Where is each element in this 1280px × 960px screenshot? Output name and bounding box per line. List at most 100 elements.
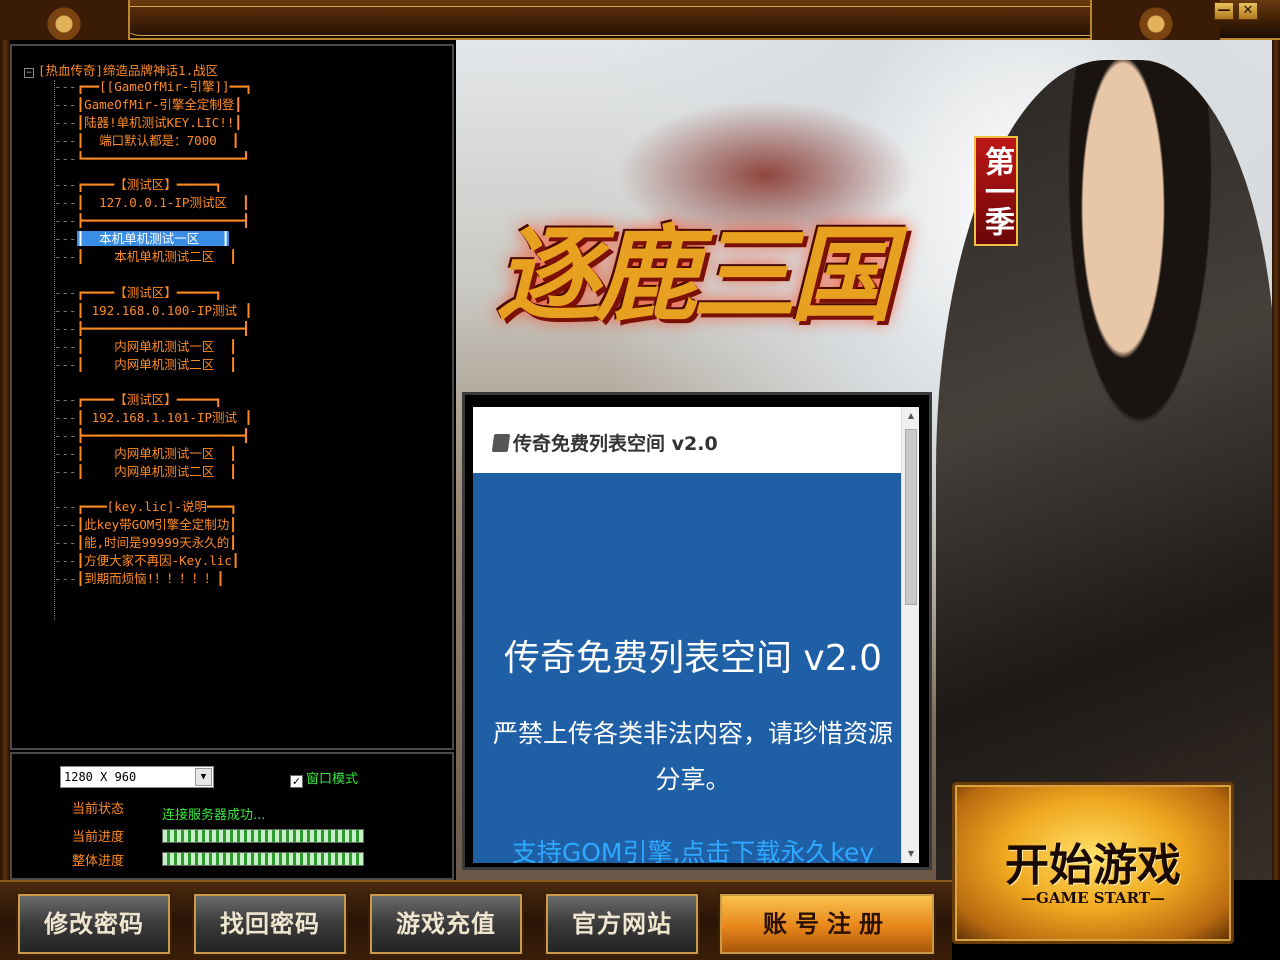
tree-item[interactable]: ---┃陆器!单机测试KEY.LIC!!┃: [54, 114, 242, 132]
tree-item-label[interactable]: ┗━━━━━━━━━━━━━━━━━━━━━┛: [77, 151, 250, 166]
tree-branch: ---: [54, 97, 77, 112]
tree-item-label[interactable]: ┏━━[[GameOfMir-引擎]]━━┓: [77, 79, 253, 94]
tree-item-label[interactable]: ┃方便大家不再因-Key.lic┃: [77, 553, 240, 568]
tree-item-label[interactable]: ┃到期而烦恼!！！！！！┃: [77, 571, 225, 586]
resolution-select[interactable]: 1280 X 960 ▼: [60, 766, 214, 788]
tree-item[interactable]: ---┃方便大家不再因-Key.lic┃: [54, 552, 239, 570]
tree-branch: ---: [54, 285, 77, 300]
tree-item-label[interactable]: ┃ 192.168.0.100-IP测试 ┃: [77, 303, 253, 318]
current-progress-bar: [162, 829, 364, 843]
scroll-up-icon[interactable]: ▲: [902, 407, 919, 425]
tree-branch: ---: [54, 392, 77, 407]
status-value: 连接服务器成功...: [162, 808, 266, 823]
scroll-thumb[interactable]: [905, 429, 917, 605]
tree-item-label[interactable]: ┃ 127.0.0.1-IP测试区 ┃: [77, 195, 250, 210]
tree-item-selected[interactable]: ---┃ 本机单机测试一区 ┃: [54, 230, 230, 248]
tree-item[interactable]: ---┣━━━━━━━━━━━━━━━━━━━━━┫: [54, 427, 250, 445]
tree-item-label[interactable]: ┃此key带GOM引擎全定制功┃: [77, 517, 237, 532]
tree-item[interactable]: ---┃ 内网单机测试二区 ┃: [54, 463, 237, 481]
scroll-down-icon[interactable]: ▼: [902, 845, 919, 863]
tree-item[interactable]: ---┃ 本机单机测试二区 ┃: [54, 248, 237, 266]
start-game-label[interactable]: 开始游戏: [955, 829, 1231, 893]
tree-item[interactable]: ---┃ 192.168.0.100-IP测试 ┃: [54, 302, 252, 320]
tree-item-label[interactable]: ┏━━━━【测试区】━━━━━┓: [77, 285, 222, 300]
tree-item-label[interactable]: ┏━━━[key.lic]-说明━━━┓: [77, 499, 237, 514]
register-account-button[interactable]: 账号注册: [720, 894, 934, 954]
minus-box-icon[interactable]: −: [24, 68, 34, 78]
document-icon: [491, 434, 511, 452]
tree-item-label[interactable]: ┃ 内网单机测试二区 ┃: [77, 357, 237, 372]
close-button[interactable]: ✕: [1238, 2, 1258, 20]
tree-item[interactable]: ---┃ 192.168.1.101-IP测试 ┃: [54, 409, 252, 427]
tree-item[interactable]: ---┃ 内网单机测试一区 ┃: [54, 445, 237, 463]
tree-item[interactable]: ---┏━━━━【测试区】━━━━━┓: [54, 391, 222, 409]
tree-item[interactable]: ---┃ 127.0.0.1-IP测试区 ┃: [54, 194, 250, 212]
tree-branch: ---: [54, 195, 77, 210]
tree-root[interactable]: − [热血传奇]缔造品牌神话1.战区: [24, 60, 218, 79]
tree-item-label[interactable]: ┃ 内网单机测试一区 ┃: [77, 446, 237, 461]
tree-item[interactable]: ---┃ 内网单机测试二区 ┃: [54, 356, 237, 374]
tree-item-label[interactable]: ┏━━━━【测试区】━━━━━┓: [77, 177, 222, 192]
recharge-button[interactable]: 游戏充值: [370, 894, 522, 954]
tree-item-label[interactable]: ┏━━━━【测试区】━━━━━┓: [77, 392, 222, 407]
tree-item[interactable]: ---┃此key带GOM引擎全定制功┃: [54, 516, 237, 534]
tree-branch: ---: [54, 303, 77, 318]
tree-item[interactable]: ---┃ 端口默认都是：7000 ┃: [54, 132, 239, 150]
bottom-toolbar: 修改密码 找回密码 游戏充值 官方网站 账号注册: [0, 880, 952, 960]
tree-item-label[interactable]: ┣━━━━━━━━━━━━━━━━━━━━━┫: [77, 213, 250, 228]
tree-item-label[interactable]: ┃GameOfMir-引擎全定制登┃: [77, 97, 242, 112]
tree-item-label[interactable]: ┣━━━━━━━━━━━━━━━━━━━━━┫: [77, 428, 250, 443]
tree-item-label[interactable]: ┃能,时间是99999天永久的┃: [77, 535, 237, 550]
official-site-button[interactable]: 官方网站: [546, 894, 698, 954]
overall-progress-bar: [162, 852, 364, 866]
tree-branch: ---: [54, 339, 77, 354]
tree-branch: ---: [54, 115, 77, 130]
tree-branch: ---: [54, 464, 77, 479]
tree-item-label[interactable]: ┃ 内网单机测试一区 ┃: [77, 339, 237, 354]
download-key-link[interactable]: 支持GOM引擎,点击下载永久key: [473, 833, 913, 863]
tree-item-label[interactable]: ┃陆器!单机测试KEY.LIC!!┃: [77, 115, 242, 130]
change-password-button[interactable]: 修改密码: [18, 894, 170, 954]
overall-progress-label: 整体进度: [72, 854, 125, 869]
tree-item[interactable]: ---┃ 内网单机测试一区 ┃: [54, 338, 237, 356]
tree-item-label[interactable]: ┣━━━━━━━━━━━━━━━━━━━━━┫: [77, 321, 250, 336]
tree-item-label[interactable]: ┃ 本机单机测试一区 ┃: [76, 231, 230, 246]
season-badge: 第一季: [974, 136, 1018, 246]
overall-progress-fill: [163, 853, 363, 865]
windowed-mode-toggle[interactable]: ✓ 窗口模式: [290, 768, 358, 788]
start-game-button[interactable]: 开始游戏 —GAME START—: [952, 782, 1234, 944]
chevron-down-icon[interactable]: ▼: [195, 768, 212, 786]
tree-item-label[interactable]: ┃ 192.168.1.101-IP测试 ┃: [77, 410, 253, 425]
tree-branch: ---: [54, 410, 77, 425]
tree-branch: ---: [54, 177, 77, 192]
recover-password-button[interactable]: 找回密码: [194, 894, 346, 954]
tree-item[interactable]: ---┃到期而烦恼!！！！！！┃: [54, 570, 224, 588]
tree-item[interactable]: ---┣━━━━━━━━━━━━━━━━━━━━━┫: [54, 212, 250, 230]
tree-item[interactable]: ---┃能,时间是99999天永久的┃: [54, 534, 237, 552]
tree-item[interactable]: ---┣━━━━━━━━━━━━━━━━━━━━━┫: [54, 320, 250, 338]
checkmark-icon[interactable]: ✓: [290, 775, 303, 788]
tree-item-label[interactable]: ┃ 本机单机测试二区 ┃: [77, 249, 237, 264]
tree-branch: ---: [54, 213, 77, 228]
tree-item-label[interactable]: ┃ 端口默认都是：7000 ┃: [77, 133, 240, 148]
server-tree[interactable]: − [热血传奇]缔造品牌神话1.战区 ---┏━━[[GameOfMir-引擎]]…: [10, 44, 454, 750]
tree-item-label[interactable]: ┃ 内网单机测试二区 ┃: [77, 464, 237, 479]
windowed-mode-label[interactable]: 窗口模式: [306, 772, 358, 787]
news-scrollbar[interactable]: ▲ ▼: [901, 407, 919, 863]
resolution-value[interactable]: 1280 X 960: [64, 770, 136, 784]
tree-item[interactable]: ---┏━━━[key.lic]-说明━━━┓: [54, 498, 237, 516]
tree-item[interactable]: ---┃GameOfMir-引擎全定制登┃: [54, 96, 242, 114]
tree-branch: ---: [54, 517, 77, 532]
tree-root-label[interactable]: [热血传奇]缔造品牌神话1.战区: [38, 63, 218, 78]
tree-item[interactable]: ---┏━━━━【测试区】━━━━━┓: [54, 176, 222, 194]
minimize-button[interactable]: —: [1214, 2, 1234, 20]
tree-item[interactable]: ---┗━━━━━━━━━━━━━━━━━━━━━┛: [54, 150, 250, 168]
status-label: 当前状态: [72, 802, 125, 817]
tree-item[interactable]: ---┏━━[[GameOfMir-引擎]]━━┓: [54, 78, 252, 96]
tree-item[interactable]: ---┏━━━━【测试区】━━━━━┓: [54, 284, 222, 302]
tree-branch: ---: [54, 428, 77, 443]
news-webview[interactable]: 传奇免费列表空间 v2.0 传奇免费列表空间 v2.0 严禁上传各类非法内容，请…: [473, 407, 919, 863]
tree-branch: ---: [54, 357, 77, 372]
start-game-sublabel[interactable]: —GAME START—: [955, 889, 1231, 907]
game-logo: 逐鹿三国: [496, 213, 894, 336]
